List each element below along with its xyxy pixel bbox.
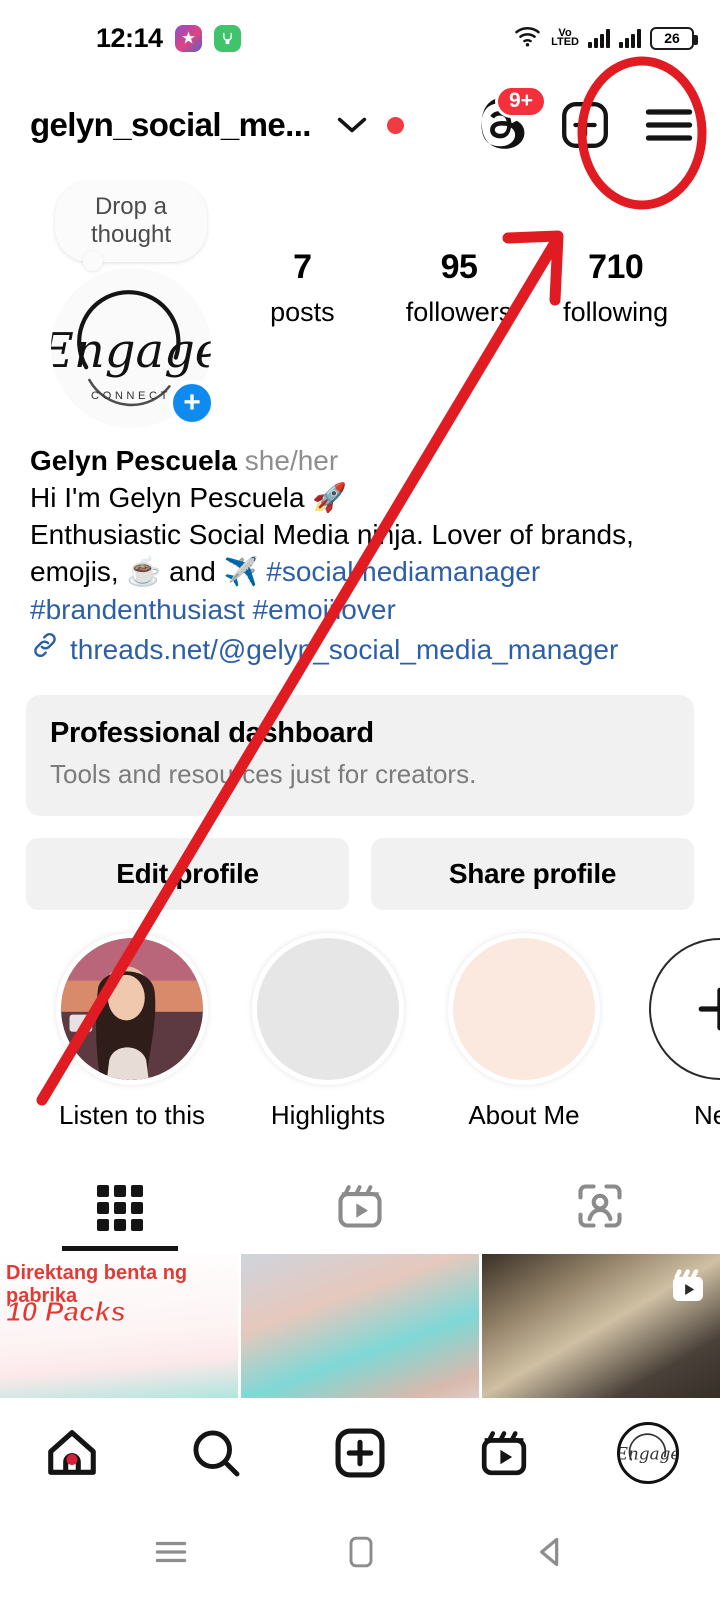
android-navigation-bar xyxy=(0,1508,720,1600)
new-highlight-button[interactable] xyxy=(649,938,720,1080)
recents-button[interactable] xyxy=(150,1535,192,1574)
threads-notification-badge: 9+ xyxy=(498,88,544,115)
link-chain-icon xyxy=(30,630,60,669)
highlight-highlights[interactable]: Highlights xyxy=(230,938,426,1131)
edit-profile-button[interactable]: Edit profile xyxy=(26,838,349,910)
professional-dashboard-card[interactable]: Professional dashboard Tools and resourc… xyxy=(26,695,694,816)
add-post-button[interactable] xyxy=(556,96,614,154)
highlight-thumb[interactable] xyxy=(61,938,203,1080)
battery-indicator: 26 xyxy=(650,27,694,50)
bio-line-3: emojis, ☕ and ✈️ #socialmediamanager xyxy=(30,553,690,590)
gallery-app-icon xyxy=(175,25,202,52)
svg-text:Engage: Engage xyxy=(620,1444,676,1464)
highlight-label: Highlights xyxy=(230,1100,426,1131)
header-actions: 9+ xyxy=(474,96,698,154)
highlight-thumb[interactable] xyxy=(257,938,399,1080)
highlight-label: Listen to this xyxy=(34,1100,230,1131)
status-time: 12:14 xyxy=(96,23,163,54)
home-nav[interactable] xyxy=(0,1424,144,1482)
stat-posts[interactable]: 7 posts xyxy=(224,248,381,328)
bio-hashtags-row[interactable]: #brandenthusiast #emojilover xyxy=(30,591,690,628)
grid-icon xyxy=(97,1185,143,1231)
back-button[interactable] xyxy=(530,1532,570,1577)
profile-nav[interactable]: Engage xyxy=(576,1422,720,1484)
highlight-label: New xyxy=(622,1100,720,1131)
profile-header: gelyn_social_me... 9+ xyxy=(0,76,720,174)
profile-stats: 7 posts 95 followers 710 following xyxy=(224,182,694,328)
reels-nav[interactable] xyxy=(432,1426,576,1480)
profile-avatar-icon[interactable]: Engage xyxy=(617,1422,679,1484)
posts-label: posts xyxy=(224,297,381,328)
avatar-column: Drop a thought Engage CONNECT + xyxy=(38,182,224,428)
girl-portrait-thumb xyxy=(61,938,203,1080)
stat-following[interactable]: 710 following xyxy=(537,248,694,328)
search-nav[interactable] xyxy=(144,1425,288,1481)
bottom-navigation: Engage xyxy=(0,1398,720,1508)
hamburger-menu-icon[interactable] xyxy=(640,96,698,154)
signal-bars-icon-2 xyxy=(619,28,641,48)
plus-icon xyxy=(692,981,720,1037)
highlight-listen-to-this[interactable]: Listen to this xyxy=(34,938,230,1131)
bio-line-2: Enthusiastic Social Media ninja. Lover o… xyxy=(30,516,690,553)
wifi-icon xyxy=(513,25,542,52)
reels-badge-icon xyxy=(668,1266,708,1311)
highlight-label: About Me xyxy=(426,1100,622,1131)
profile-tabs xyxy=(0,1165,720,1251)
highlight-thumb[interactable] xyxy=(453,938,595,1080)
avatar-wrapper[interactable]: Engage CONNECT + xyxy=(51,268,211,428)
account-username[interactable]: gelyn_social_me... xyxy=(30,106,311,144)
green-app-icon xyxy=(214,25,241,52)
hashtag-socialmediamanager[interactable]: #socialmediamanager xyxy=(266,556,540,587)
bio-name-row: Gelyn Pescuela she/her xyxy=(30,442,690,479)
stat-followers[interactable]: 95 followers xyxy=(381,248,538,328)
tagged-tab[interactable] xyxy=(480,1165,720,1251)
note-bubble[interactable]: Drop a thought xyxy=(55,182,207,262)
bio-external-link[interactable]: threads.net/@gelyn_social_media_manager xyxy=(30,630,690,669)
threads-button[interactable]: 9+ xyxy=(474,97,530,153)
display-name: Gelyn Pescuela xyxy=(30,445,237,476)
svg-text:CONNECT: CONNECT xyxy=(91,390,171,402)
reels-icon xyxy=(477,1426,531,1480)
threads-link-text[interactable]: threads.net/@gelyn_social_media_manager xyxy=(70,631,618,668)
status-bar-left: 12:14 xyxy=(0,23,241,54)
post-1-subtitle: 10 Packs xyxy=(6,1296,126,1328)
home-button[interactable] xyxy=(342,1532,380,1577)
engage-logo-small-icon: Engage xyxy=(620,1422,676,1484)
profile-action-buttons: Edit profile Share profile xyxy=(26,838,694,910)
dashboard-title: Professional dashboard xyxy=(50,717,670,750)
followers-count: 95 xyxy=(381,248,538,287)
reels-icon xyxy=(334,1180,386,1237)
signal-bars-icon-1 xyxy=(588,28,610,48)
reels-tab[interactable] xyxy=(240,1165,480,1251)
profile-bio: Gelyn Pescuela she/her Hi I'm Gelyn Pesc… xyxy=(0,428,720,669)
plus-square-icon xyxy=(332,1425,388,1481)
grid-tab[interactable] xyxy=(0,1165,240,1251)
search-icon xyxy=(188,1425,244,1481)
tagged-person-icon xyxy=(574,1180,626,1237)
chevron-down-icon[interactable] xyxy=(335,114,369,136)
add-story-button[interactable]: + xyxy=(169,380,215,426)
posts-count: 7 xyxy=(224,248,381,287)
home-notification-dot xyxy=(67,1454,78,1465)
volte-indicator: Vo LTED xyxy=(551,29,579,47)
create-nav[interactable] xyxy=(288,1425,432,1481)
followers-label: followers xyxy=(381,297,538,328)
story-highlights: Listen to this Highlights About Me New xyxy=(0,910,720,1131)
highlight-new[interactable]: New xyxy=(622,938,720,1131)
profile-summary: Drop a thought Engage CONNECT + 7 posts … xyxy=(0,174,720,428)
highlight-about-me[interactable]: About Me xyxy=(426,938,622,1131)
status-bar-right: Vo LTED 26 xyxy=(513,25,694,52)
following-count: 710 xyxy=(537,248,694,287)
red-dot-indicator xyxy=(387,117,404,134)
pronouns: she/her xyxy=(245,445,338,476)
status-bar: 12:14 Vo LTED 26 xyxy=(0,0,720,76)
share-profile-button[interactable]: Share profile xyxy=(371,838,694,910)
home-icon xyxy=(43,1424,101,1482)
bio-line-3-text: emojis, ☕ and ✈️ xyxy=(30,556,266,587)
following-label: following xyxy=(537,297,694,328)
bio-line-1: Hi I'm Gelyn Pescuela 🚀 xyxy=(30,479,690,516)
dashboard-subtitle: Tools and resources just for creators. xyxy=(50,759,670,790)
svg-text:Engage: Engage xyxy=(51,323,211,379)
